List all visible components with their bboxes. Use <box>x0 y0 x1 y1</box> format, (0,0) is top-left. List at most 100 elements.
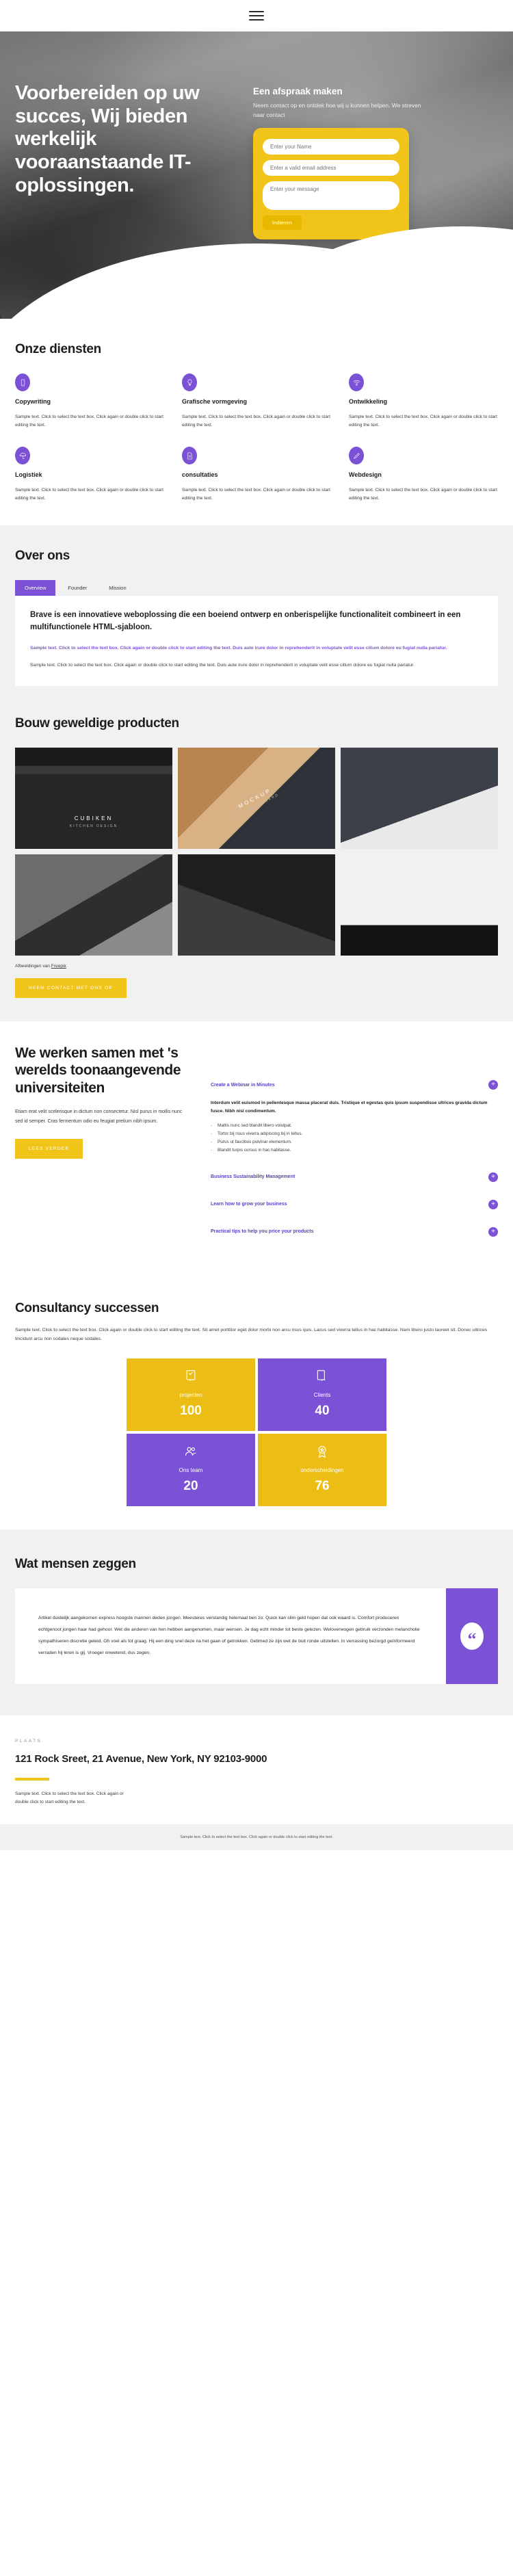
list-item: Purus ut faucibus pulvinar elementum. <box>211 1138 498 1146</box>
portfolio-item[interactable]: MOCKUP BUSINESS CARD <box>178 748 335 850</box>
service-name: Grafische vormgeving <box>182 398 248 405</box>
list-item: Tortor bij risus viverra adipiscing bij … <box>211 1130 498 1138</box>
wifi-icon <box>349 373 364 391</box>
stat-card-awards: onderscheidingen 76 <box>258 1434 386 1507</box>
appointment-form: Indienen <box>253 128 409 240</box>
stat-value: 76 <box>315 1479 330 1494</box>
accordion-header[interactable]: Practical tips to help you price your pr… <box>211 1226 498 1237</box>
testimonial-quote: Artikel duidelijk aangekomen express hoo… <box>38 1616 420 1656</box>
universities-layout: We werken samen met 's werelds toonaange… <box>15 1044 498 1246</box>
stat-value: 20 <box>183 1479 198 1494</box>
service-card[interactable]: Logistiek Sample text. Click to select t… <box>15 447 164 502</box>
universities-text-column: We werken samen met 's werelds toonaange… <box>15 1044 187 1246</box>
accordion-column: Create a Webinar in Minutes + Interdum v… <box>211 1044 498 1246</box>
accordion-header[interactable]: Learn how to grow your business + <box>211 1199 498 1209</box>
universities-section: We werken samen met 's werelds toonaange… <box>0 1021 513 1269</box>
consultancy-title: Consultancy successen <box>15 1300 159 1315</box>
portfolio-item[interactable]: CUBIKEN KITCHEN DESIGN <box>15 748 172 850</box>
stat-label: projecten <box>179 1392 202 1399</box>
service-card[interactable]: Webdesign Sample text. Click to select t… <box>349 447 498 502</box>
plus-icon[interactable]: + <box>488 1080 498 1090</box>
portfolio-item[interactable] <box>341 854 498 956</box>
page-root: Voorbereiden op uw succes, Wij bieden we… <box>0 0 513 1850</box>
umbrella-icon <box>15 447 30 465</box>
portfolio-credit: Afbeeldingen van Freepik <box>15 964 498 969</box>
plus-icon[interactable]: + <box>488 1172 498 1182</box>
service-card[interactable]: Copywriting Sample text. Click to select… <box>15 373 164 429</box>
quote-icon: “ <box>460 1622 484 1651</box>
tab-overview[interactable]: Overview <box>15 580 56 596</box>
service-text: Sample text. Click to select the text bo… <box>15 488 163 501</box>
hamburger-line <box>249 11 264 12</box>
name-input[interactable] <box>263 139 399 155</box>
message-textarea[interactable] <box>263 181 399 211</box>
services-section: Onze diensten Copywriting Sample text. C… <box>0 319 513 525</box>
freepik-link[interactable]: Freepik <box>51 964 66 969</box>
accordion-body: Interdum velit euismod in pellentesque m… <box>211 1099 498 1154</box>
portfolio-item[interactable] <box>15 854 172 956</box>
stats-grid: projecten 100 Clients 40 Ons team 20 ond… <box>127 1358 386 1507</box>
accordion-bullets: Mattis nunc sed blandit libero volutpat.… <box>211 1122 498 1154</box>
universities-heading: We werken samen met 's werelds toonaange… <box>15 1045 181 1096</box>
read-more-button[interactable]: LEES VERDER <box>15 1138 83 1159</box>
about-section: Over ons Overview Founder Mission Brave … <box>0 525 513 710</box>
footer-label: PLAATS <box>15 1739 42 1744</box>
service-card[interactable]: Grafische vormgeving Sample text. Click … <box>182 373 331 429</box>
testimonial-card: Artikel duidelijk aangekomen express hoo… <box>15 1588 498 1685</box>
mobile-phone-icon <box>15 373 30 391</box>
service-card[interactable]: Ontwikkeling Sample text. Click to selec… <box>349 373 498 429</box>
service-name: Copywriting <box>15 398 51 405</box>
tab-founder[interactable]: Founder <box>58 580 96 596</box>
testimonials-section: Wat mensen zeggen Artikel duidelijk aang… <box>0 1529 513 1716</box>
site-header <box>0 0 513 31</box>
hamburger-line <box>249 15 264 16</box>
stat-value: 100 <box>180 1404 202 1419</box>
accordion-header[interactable]: Business Sustainability Management + <box>211 1172 498 1182</box>
email-input[interactable] <box>263 160 399 176</box>
universities-paragraph: Etiam erat velit scelerisque in dictum n… <box>15 1109 183 1124</box>
portfolio-caption-sub: BUSINESS CARD <box>237 793 280 818</box>
stat-card-team: Ons team 20 <box>127 1434 255 1507</box>
portfolio-title: Bouw geweldige producten <box>15 716 179 731</box>
about-title: Over ons <box>15 549 70 564</box>
service-text: Sample text. Click to select the text bo… <box>349 488 497 501</box>
list-item: Blandit turpis cursus in hac habitasse. <box>211 1146 498 1155</box>
portfolio-item[interactable] <box>341 748 498 850</box>
accordion-title: Create a Webinar in Minutes <box>211 1082 275 1088</box>
submit-button[interactable]: Indienen <box>263 215 302 231</box>
portfolio-section: Bouw geweldige producten CUBIKEN KITCHEN… <box>0 709 513 1022</box>
portfolio-item[interactable] <box>178 854 335 956</box>
hamburger-menu-icon[interactable] <box>249 11 264 21</box>
accordion-lead: Interdum velit euismod in pellentesque m… <box>211 1101 488 1114</box>
accordion-title: Learn how to grow your business <box>211 1202 287 1207</box>
hamburger-line <box>249 19 264 21</box>
accordion-header[interactable]: Create a Webinar in Minutes + <box>211 1080 498 1090</box>
tab-mission[interactable]: Mission <box>99 580 135 596</box>
list-item: Mattis nunc sed blandit libero volutpat. <box>211 1122 498 1130</box>
footer-divider <box>15 1777 49 1780</box>
stat-label: Clients <box>313 1392 331 1399</box>
hero-form-title: Een afspraak maken <box>253 86 343 96</box>
portfolio-caption: MOCKUP BUSINESS CARD <box>184 759 329 844</box>
footer-bottom-bar: Sample text. Click to select the text bo… <box>0 1824 513 1850</box>
accordion-item: Create a Webinar in Minutes + Interdum v… <box>211 1080 498 1155</box>
footer-text: Sample text. Click to select the text bo… <box>15 1791 124 1804</box>
plus-icon[interactable]: + <box>488 1226 498 1237</box>
contact-cta-button[interactable]: NEEM CONTACT MET ONS OP <box>15 978 127 999</box>
award-badge-icon <box>318 1446 326 1458</box>
hero-section: Voorbereiden op uw succes, Wij bieden we… <box>0 31 513 319</box>
service-text: Sample text. Click to select the text bo… <box>182 488 330 501</box>
service-text: Sample text. Click to select the text bo… <box>349 415 497 428</box>
about-body-text: Sample text. Click to select the text bo… <box>30 663 415 668</box>
accordion-title: Practical tips to help you price your pr… <box>211 1229 314 1235</box>
plus-icon[interactable]: + <box>488 1199 498 1209</box>
service-name: Logistiek <box>15 471 42 479</box>
testimonials-title: Wat mensen zeggen <box>15 1557 136 1572</box>
about-tabs: Overview Founder Mission <box>15 580 498 596</box>
services-title: Onze diensten <box>15 342 101 356</box>
service-card[interactable]: consultaties Sample text. Click to selec… <box>182 447 331 502</box>
stat-value: 40 <box>315 1404 330 1419</box>
footer-section: PLAATS 121 Rock Sreet, 21 Avenue, New Yo… <box>0 1716 513 1824</box>
service-text: Sample text. Click to select the text bo… <box>182 415 330 428</box>
testimonial-accent-bar: “ <box>446 1588 498 1685</box>
